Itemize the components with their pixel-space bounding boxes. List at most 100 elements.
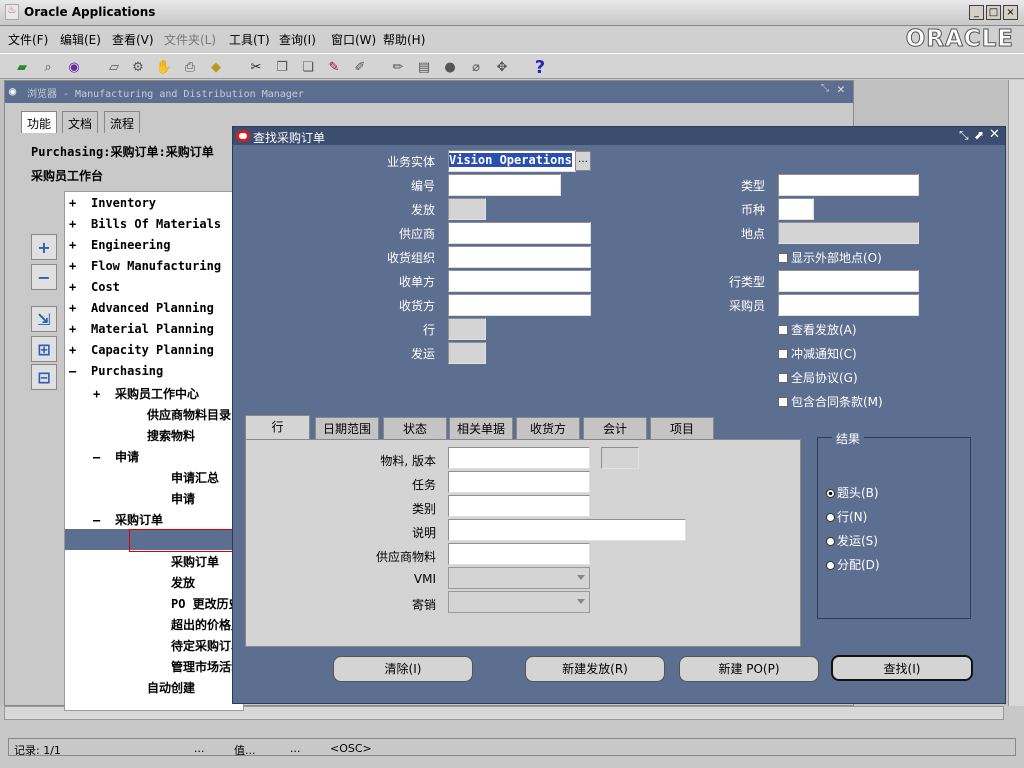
menu-help[interactable]: 帮助(H) [383, 31, 425, 48]
tree-item[interactable]: 申请汇总 [69, 469, 219, 486]
radio-dot[interactable] [826, 537, 835, 546]
maximize-button[interactable]: □ [986, 5, 1001, 20]
menu-window[interactable]: 窗口(W) [331, 31, 376, 48]
tree-item[interactable]: + Advanced Planning [69, 301, 214, 315]
tree-toggle-icon[interactable]: + [69, 280, 91, 294]
tab-date-ranges[interactable]: 日期范围 [315, 417, 379, 439]
revision-field[interactable] [601, 447, 639, 469]
clear-record-icon[interactable]: ✎ [324, 58, 344, 76]
tree-toggle-icon[interactable]: + [69, 387, 115, 401]
release-field[interactable] [448, 198, 486, 220]
tab-documents[interactable]: 文档 [62, 111, 99, 133]
description-field[interactable] [448, 519, 686, 541]
line-field[interactable] [448, 318, 486, 340]
tree-item[interactable]: + 采购员工作中心 [69, 385, 199, 402]
tree-item[interactable]: – Purchasing [69, 364, 163, 378]
job-field[interactable] [448, 471, 590, 493]
new-po-button[interactable]: 新建 PO(P) [679, 656, 819, 682]
navigator-icon[interactable]: ◉ [64, 58, 84, 76]
tree-item[interactable]: 管理市场活动 [69, 658, 243, 675]
clear-button[interactable]: 清除(I) [333, 656, 473, 682]
line-type-field[interactable] [778, 270, 919, 292]
tab-receiving[interactable]: 收货方 [516, 417, 580, 439]
ship-to-org-field[interactable] [448, 246, 591, 268]
menu-query[interactable]: 查询(I) [279, 31, 316, 48]
tree-item[interactable]: 申请 [69, 490, 195, 507]
vmi-select[interactable] [448, 567, 590, 589]
lov-button[interactable]: … [575, 151, 591, 171]
tree-item[interactable]: PO 更改历史记 [69, 595, 243, 612]
tree-toggle-icon[interactable]: + [69, 259, 91, 273]
zoom-icon[interactable]: ▤ [414, 58, 434, 76]
new-icon[interactable]: ▰ [12, 58, 32, 76]
checkbox-contract-terms[interactable]: 包含合同条款(M) [778, 393, 883, 410]
print-icon[interactable]: ⎙ [180, 58, 200, 76]
tree-item[interactable]: 待定采购订单 [69, 637, 243, 654]
location-field[interactable] [778, 222, 919, 244]
tab-projects[interactable]: 项目 [650, 417, 714, 439]
supplier-field[interactable] [448, 222, 591, 244]
dialog-close-icon[interactable]: ✕ [989, 127, 1000, 142]
checkbox-box[interactable] [778, 253, 788, 263]
radio-distributions[interactable]: 分配(D) [826, 556, 880, 573]
next-icon[interactable]: ✋ [154, 58, 174, 76]
tab-processes[interactable]: 流程 [104, 111, 141, 133]
tree-toggle-icon[interactable]: + [69, 196, 91, 210]
folder-tools-icon[interactable]: ✥ [492, 58, 512, 76]
tree-item[interactable]: – 采购订单 [69, 511, 163, 528]
tree-item[interactable]: 搜索物料 [69, 427, 195, 444]
buyer-field[interactable] [778, 294, 919, 316]
tree-item[interactable]: + Inventory [69, 196, 156, 210]
save-icon[interactable]: ▱ [104, 58, 124, 76]
edit-field-icon[interactable]: ✏ [388, 58, 408, 76]
find-button[interactable]: 查找(I) [831, 655, 973, 681]
tree-toggle-icon[interactable]: – [69, 450, 115, 464]
dialog-minimize-icon[interactable]: ⤡ [959, 128, 969, 143]
radio-dot[interactable] [826, 561, 835, 570]
tree-item[interactable]: 发放 [69, 574, 195, 591]
radio-headers[interactable]: 题头(B) [826, 484, 879, 501]
tree-item[interactable]: 供应商物料目录 [69, 406, 231, 423]
tree-toggle-icon[interactable]: – [69, 513, 115, 527]
function-tree[interactable]: + Inventory + Bills Of Materials + Engineerin… [64, 191, 244, 711]
tree-item[interactable]: + Material Planning [69, 322, 214, 336]
tab-lines[interactable]: 行 [245, 415, 310, 439]
tree-item[interactable]: 超出的价格允许 [69, 616, 243, 633]
expand-all-icon[interactable]: ⊞ [31, 336, 57, 362]
print-setup-icon[interactable]: ⚙ [128, 58, 148, 76]
tree-item[interactable]: + Engineering [69, 238, 170, 252]
close-button[interactable]: × [1003, 5, 1018, 20]
vertical-scrollbar[interactable] [1008, 80, 1024, 706]
checkbox-box[interactable] [778, 349, 788, 359]
radio-dot[interactable] [826, 513, 835, 522]
tab-accounting[interactable]: 会计 [583, 417, 647, 439]
checkbox-global-agreement[interactable]: 全局协议(G) [778, 369, 858, 386]
paste-icon[interactable]: ❏ [298, 58, 318, 76]
type-field[interactable] [778, 174, 919, 196]
dialog-maximize-icon[interactable]: ⬈ [974, 128, 984, 142]
tab-related-documents[interactable]: 相关单据 [449, 417, 513, 439]
consigned-select[interactable] [448, 591, 590, 613]
tab-status[interactable]: 状态 [383, 417, 447, 439]
menu-view[interactable]: 查看(V) [112, 31, 154, 48]
po-number-field[interactable] [448, 174, 561, 196]
minimize-button[interactable]: _ [969, 5, 984, 20]
tree-toggle-icon[interactable]: + [69, 238, 91, 252]
navigator-minimize-icon[interactable]: ⤡ [821, 83, 829, 94]
collapse-all-icon[interactable]: ⊟ [31, 364, 57, 390]
collapse-icon[interactable]: − [31, 264, 57, 290]
tree-item[interactable]: + Bills Of Materials [69, 217, 221, 231]
radio-lines[interactable]: 行(N) [826, 508, 867, 525]
ship-to-field[interactable] [448, 294, 591, 316]
find-icon[interactable]: ⌕ [38, 58, 58, 76]
menu-file[interactable]: 文件(F) [8, 31, 48, 48]
item-field[interactable] [448, 447, 590, 469]
tree-toggle-icon[interactable]: + [69, 217, 91, 231]
checkbox-box[interactable] [778, 373, 788, 383]
operating-unit-field[interactable]: Vision Operations [448, 150, 576, 172]
cut-icon[interactable]: ✂ [246, 58, 266, 76]
new-release-button[interactable]: 新建发放(R) [525, 656, 665, 682]
radio-dot[interactable] [826, 489, 835, 498]
tree-item[interactable]: + Capacity Planning [69, 343, 214, 357]
checkbox-view-releases[interactable]: 查看发放(A) [778, 321, 857, 338]
